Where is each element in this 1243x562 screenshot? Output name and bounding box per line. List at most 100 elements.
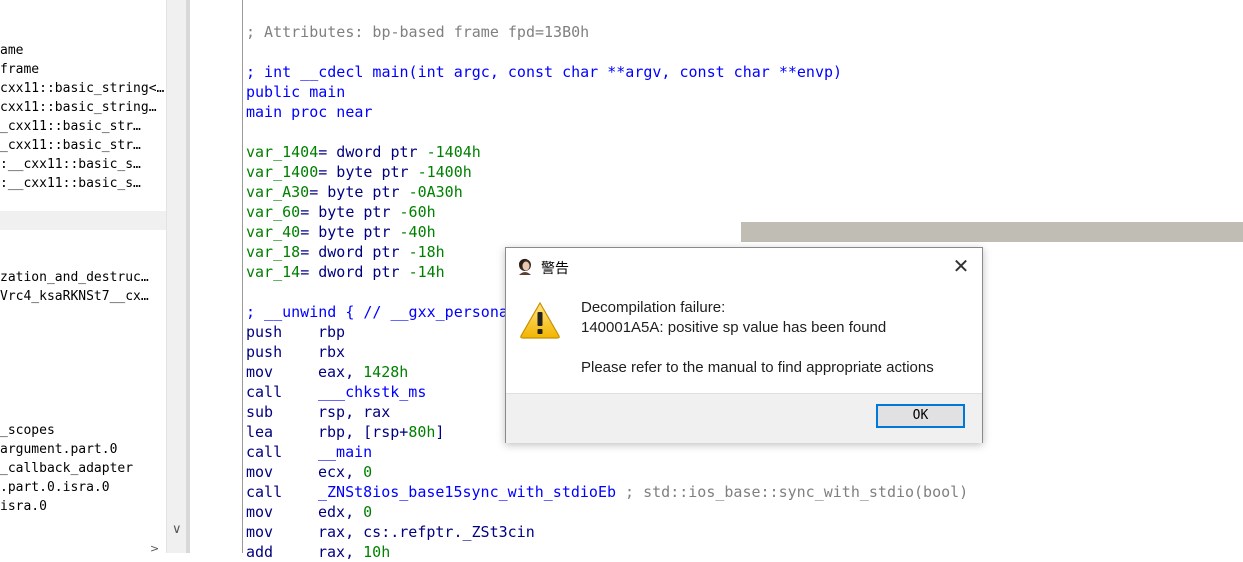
close-icon[interactable]: ✕ xyxy=(944,250,978,282)
ok-button[interactable]: OK xyxy=(876,404,965,428)
mnemonic: push xyxy=(246,323,283,341)
dialog-title: 警告 xyxy=(541,260,569,276)
app-avatar-icon xyxy=(519,258,531,275)
proc-directive: main proc near xyxy=(246,103,373,121)
operand: rbp xyxy=(318,323,346,341)
operand: edx, xyxy=(318,503,364,521)
call-comment: ; std::ios_base::sync_with_stdio(bool) xyxy=(616,483,969,501)
function-item[interactable]: _cxx11::basic_str… xyxy=(0,136,141,155)
dialog-footer: OK xyxy=(506,393,982,443)
operand: ecx, xyxy=(318,463,364,481)
immediate-value: 0 xyxy=(363,503,373,521)
instruction-line[interactable]: mov eax, 1428h xyxy=(246,362,408,382)
instruction-line[interactable]: call ___chkstk_ms xyxy=(246,382,426,402)
function-item[interactable]: cxx11::basic_string<… xyxy=(0,79,164,98)
warning-icon xyxy=(520,301,560,339)
dialog-title-bar[interactable]: 警告 ✕ xyxy=(506,248,982,286)
gutter-divider xyxy=(242,0,243,553)
error-message-detail: 140001A5A: positive sp value has been fo… xyxy=(581,319,887,336)
function-item[interactable]: Vrc4_ksaRKNSt7__cx… xyxy=(0,287,149,306)
var-name: var_1400 xyxy=(246,163,319,181)
error-message-title: Decompilation failure: xyxy=(581,299,726,316)
stack-var-line[interactable]: var_1400= byte ptr -1400h xyxy=(246,162,472,182)
instruction-line[interactable]: mov ecx, 0 xyxy=(246,462,372,482)
operand: rbp, [rsp+ xyxy=(318,423,409,441)
mnemonic: mov xyxy=(246,503,274,521)
instruction-line[interactable]: lea rbp, [rsp+80h] xyxy=(246,422,444,442)
unwind-comment: ; __unwind { // __gxx_persona xyxy=(246,303,508,321)
mnemonic: sub xyxy=(246,403,274,421)
operand: eax, xyxy=(318,363,364,381)
instruction-line[interactable]: push rbx xyxy=(246,342,345,362)
scroll-down-arrow-icon[interactable]: ∨ xyxy=(172,522,182,537)
stack-var-line[interactable]: var_14= dword ptr -14h xyxy=(246,262,445,282)
function-item[interactable]: zation_and_destruc… xyxy=(0,268,149,287)
function-signature-comment: ; int __cdecl main(int argc, const char … xyxy=(246,63,843,81)
var-offset: -0A30h xyxy=(408,183,463,201)
operand-tail: ] xyxy=(435,423,445,441)
stack-var-line[interactable]: var_40= byte ptr -40h xyxy=(246,222,436,242)
call-target[interactable]: _ZNSt8ios_base15sync_with_stdioEb xyxy=(318,483,616,501)
function-item[interactable]: :__cxx11::basic_s… xyxy=(0,174,141,193)
stack-var-line[interactable]: var_18= dword ptr -18h xyxy=(246,242,445,262)
var-offset: -18h xyxy=(408,243,445,261)
function-item[interactable]: _callback_adapter xyxy=(0,459,133,478)
var-type: = byte ptr xyxy=(309,183,409,201)
operand: rbx xyxy=(318,343,346,361)
function-item[interactable]: :__cxx11::basic_s… xyxy=(0,155,141,174)
function-item[interactable]: isra.0 xyxy=(0,497,47,516)
var-type: = byte ptr xyxy=(318,163,418,181)
var-type: = dword ptr xyxy=(300,243,409,261)
instruction-line[interactable]: sub rsp, rax xyxy=(246,402,390,422)
scroll-right-arrow-icon[interactable]: > xyxy=(150,542,159,553)
mnemonic: add xyxy=(246,543,274,561)
var-offset: -14h xyxy=(408,263,445,281)
function-item[interactable]: frame xyxy=(0,60,39,79)
var-type: = byte ptr xyxy=(300,203,400,221)
functions-pane: ame frame cxx11::basic_string<… cxx11::b… xyxy=(0,0,166,553)
mnemonic: mov xyxy=(246,363,274,381)
error-message-hint: Please refer to the manual to find appro… xyxy=(581,359,934,376)
operand: rax, xyxy=(318,543,364,561)
function-item[interactable]: _cxx11::basic_str… xyxy=(0,117,141,136)
function-item[interactable]: ame xyxy=(0,41,23,60)
var-name: var_A30 xyxy=(246,183,310,201)
instruction-line[interactable]: call _ZNSt8ios_base15sync_with_stdioEb ; … xyxy=(246,482,968,502)
function-item[interactable]: cxx11::basic_string… xyxy=(0,98,157,117)
operand: rax, cs:.refptr._ZSt3cin xyxy=(318,523,535,541)
immediate-value: 80h xyxy=(408,423,436,441)
stack-var-line[interactable]: var_1404= dword ptr -1404h xyxy=(246,142,481,162)
background-window-strip xyxy=(741,222,1243,242)
var-offset: -1404h xyxy=(426,143,481,161)
instruction-line[interactable]: mov rax, cs:.refptr._ZSt3cin xyxy=(246,522,535,542)
instruction-line[interactable]: mov edx, 0 xyxy=(246,502,372,522)
function-item[interactable]: _scopes xyxy=(0,421,55,440)
instruction-line[interactable]: add rax, 10h xyxy=(246,542,390,562)
functions-vertical-scrollbar[interactable]: ∨ xyxy=(166,0,187,553)
immediate-value: 0 xyxy=(363,463,373,481)
attributes-comment: ; Attributes: bp-based frame fpd=13B0h xyxy=(246,23,590,41)
warning-dialog[interactable]: 警告 ✕ Decompilation failure: 140001A5A: p… xyxy=(505,247,983,443)
instruction-line[interactable]: call __main xyxy=(246,442,372,462)
selected-row-highlight xyxy=(0,211,166,230)
dialog-body: Decompilation failure: 140001A5A: positi… xyxy=(506,286,982,393)
instruction-line[interactable]: push rbp xyxy=(246,322,345,342)
call-target[interactable]: __main xyxy=(318,443,372,461)
public-directive: public main xyxy=(246,83,346,101)
mnemonic: call xyxy=(246,383,283,401)
function-item[interactable]: .part.0.isra.0 xyxy=(0,478,110,497)
var-name: var_1404 xyxy=(246,143,319,161)
immediate-value: 1428h xyxy=(363,363,409,381)
var-type: = dword ptr xyxy=(318,143,427,161)
mnemonic: mov xyxy=(246,463,274,481)
function-item[interactable]: argument.part.0 xyxy=(0,440,117,459)
mnemonic: mov xyxy=(246,523,274,541)
call-target[interactable]: ___chkstk_ms xyxy=(318,383,426,401)
stack-var-line[interactable]: var_A30= byte ptr -0A30h xyxy=(246,182,463,202)
var-name: var_60 xyxy=(246,203,301,221)
var-type: = dword ptr xyxy=(300,263,409,281)
mnemonic: lea xyxy=(246,423,274,441)
stack-var-line[interactable]: var_60= byte ptr -60h xyxy=(246,202,436,222)
var-offset: -40h xyxy=(399,223,436,241)
var-name: var_14 xyxy=(246,263,301,281)
